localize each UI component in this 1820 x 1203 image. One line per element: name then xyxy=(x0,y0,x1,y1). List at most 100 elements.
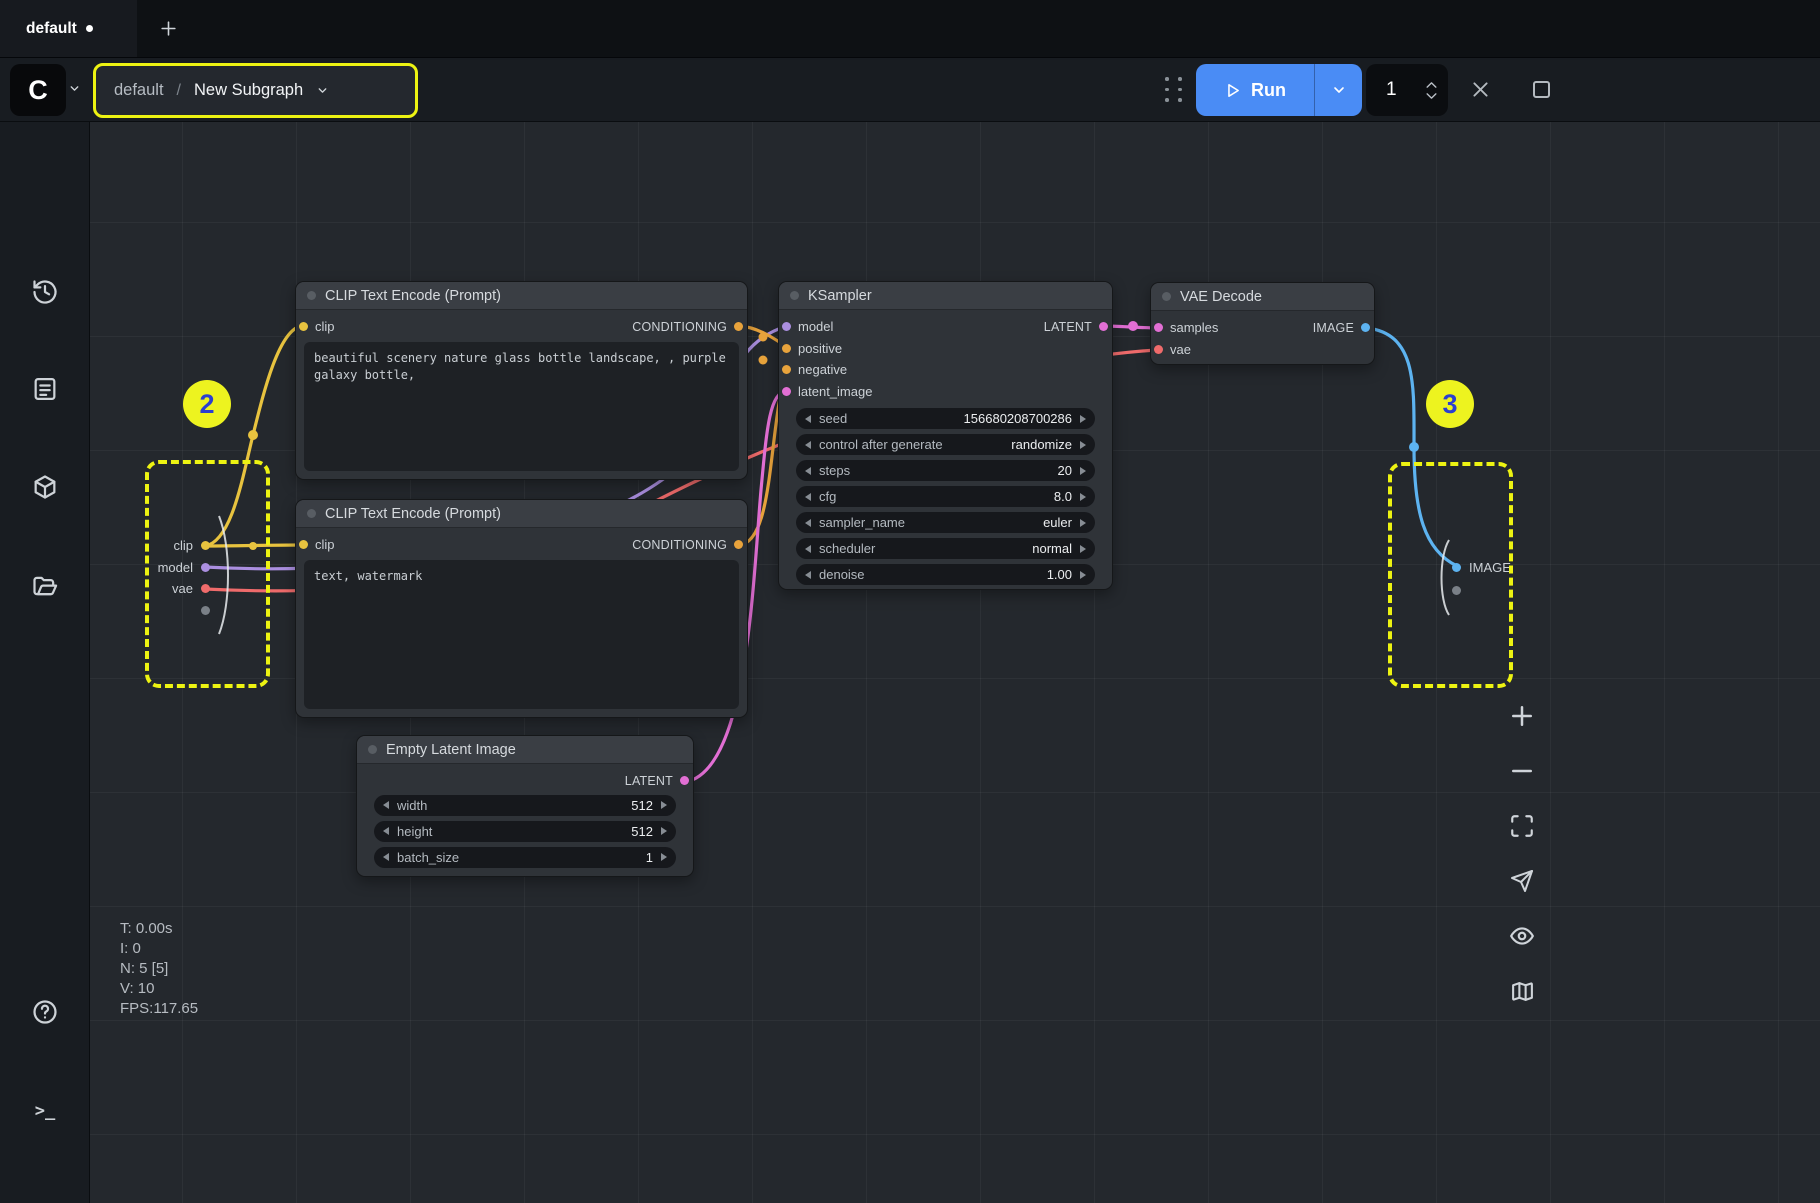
slot-dot-latent[interactable] xyxy=(782,386,791,396)
node-header[interactable]: VAE Decode xyxy=(1151,283,1374,311)
input-slot-model[interactable]: model xyxy=(782,316,872,338)
sidebar-item-history[interactable] xyxy=(23,270,67,314)
panel-toggle-icon[interactable] xyxy=(1533,81,1550,98)
input-slot-vae[interactable]: vae xyxy=(1154,339,1218,361)
breadcrumb-current-subgraph[interactable]: New Subgraph xyxy=(194,81,303,100)
increment-icon[interactable] xyxy=(1080,570,1086,579)
sidebar-item-terminal[interactable]: >_ xyxy=(23,1089,67,1133)
zoom-in-button[interactable] xyxy=(1500,694,1544,738)
widget-steps[interactable]: steps 20 xyxy=(796,460,1095,481)
slot-dot-image[interactable] xyxy=(1361,323,1370,333)
decrement-icon[interactable] xyxy=(805,492,811,501)
toolbar-drag-handle[interactable] xyxy=(1163,76,1184,103)
decrement-icon[interactable] xyxy=(383,827,389,835)
widget-height[interactable]: height 512 xyxy=(374,820,676,842)
increment-icon[interactable] xyxy=(1080,440,1086,449)
new-workflow-button[interactable] xyxy=(145,0,191,57)
run-options-dropdown[interactable] xyxy=(1315,64,1362,116)
slot-dot-model[interactable] xyxy=(782,322,791,332)
toggle-visibility-button[interactable] xyxy=(1500,914,1544,958)
widget-denoise[interactable]: denoise 1.00 xyxy=(796,564,1095,585)
collapse-dot[interactable] xyxy=(307,291,316,300)
comfyui-logo-button[interactable]: C xyxy=(10,64,66,116)
logo-menu-chevron[interactable] xyxy=(68,82,81,95)
close-subgraph-button[interactable] xyxy=(1470,79,1491,100)
slot-dot-clip[interactable] xyxy=(299,322,308,332)
widget-batch-size[interactable]: batch_size 1 xyxy=(374,846,676,868)
input-slot-clip[interactable]: clip xyxy=(299,534,335,556)
collapse-dot[interactable] xyxy=(1162,292,1171,301)
collapse-dot[interactable] xyxy=(368,745,377,754)
output-slot-latent[interactable]: LATENT xyxy=(625,770,689,792)
minimap-button[interactable] xyxy=(1500,969,1544,1013)
slot-dot-latent[interactable] xyxy=(680,776,689,786)
increment-icon[interactable] xyxy=(661,827,667,835)
output-slot-conditioning[interactable]: CONDITIONING xyxy=(632,534,743,556)
run-button[interactable]: Run xyxy=(1196,64,1314,116)
batch-count-stepper[interactable]: 1 xyxy=(1366,64,1448,116)
decrement-icon[interactable] xyxy=(805,414,811,423)
output-slot-conditioning[interactable]: CONDITIONING xyxy=(632,316,743,338)
collapse-dot[interactable] xyxy=(790,291,799,300)
output-slot-latent[interactable]: LATENT xyxy=(1044,316,1108,338)
increment-icon[interactable] xyxy=(1080,414,1086,423)
input-slot-latent-image[interactable]: latent_image xyxy=(782,381,872,403)
node-ksampler[interactable]: KSampler model positive negative latent_… xyxy=(778,281,1113,590)
increment-icon[interactable] xyxy=(661,801,667,809)
decrement-icon[interactable] xyxy=(383,801,389,809)
node-clip-text-encode-negative[interactable]: CLIP Text Encode (Prompt) clip CONDITION… xyxy=(295,499,748,718)
node-header[interactable]: Empty Latent Image xyxy=(357,736,693,764)
input-slot-clip[interactable]: clip xyxy=(299,316,335,338)
input-slot-samples[interactable]: samples xyxy=(1154,317,1218,339)
node-clip-text-encode-positive[interactable]: CLIP Text Encode (Prompt) clip CONDITION… xyxy=(295,281,748,480)
increment-icon[interactable] xyxy=(1080,518,1086,527)
breadcrumb-root[interactable]: default xyxy=(114,81,164,100)
increment-icon[interactable] xyxy=(1080,492,1086,501)
node-vae-decode[interactable]: VAE Decode samples vae IMAGE xyxy=(1150,282,1375,365)
chevron-down-icon[interactable] xyxy=(316,84,329,97)
slot-dot-latent[interactable] xyxy=(1154,323,1163,333)
chevron-up-icon[interactable] xyxy=(1425,81,1438,89)
sidebar-item-workflows[interactable] xyxy=(23,367,67,411)
node-header[interactable]: CLIP Text Encode (Prompt) xyxy=(296,282,747,310)
slot-dot-conditioning[interactable] xyxy=(782,365,791,375)
zoom-out-button[interactable] xyxy=(1500,749,1544,793)
widget-scheduler[interactable]: scheduler normal xyxy=(796,538,1095,559)
sidebar-item-models[interactable] xyxy=(23,465,67,509)
prompt-textarea[interactable]: beautiful scenery nature glass bottle la… xyxy=(304,342,739,471)
sidebar-item-help[interactable] xyxy=(23,990,67,1034)
slot-dot-conditioning[interactable] xyxy=(734,540,743,550)
fit-view-button[interactable] xyxy=(1500,804,1544,848)
widget-sampler-name[interactable]: sampler_name euler xyxy=(796,512,1095,533)
chevron-down-icon[interactable] xyxy=(1425,92,1438,100)
node-empty-latent-image[interactable]: Empty Latent Image LATENT width 512 heig… xyxy=(356,735,694,877)
decrement-icon[interactable] xyxy=(805,544,811,553)
node-header[interactable]: KSampler xyxy=(779,282,1112,310)
slot-dot-clip[interactable] xyxy=(299,540,308,550)
increment-icon[interactable] xyxy=(1080,466,1086,475)
widget-seed[interactable]: seed 156680208700286 xyxy=(796,408,1095,429)
workflow-tab-default[interactable]: default xyxy=(0,0,137,57)
input-slot-positive[interactable]: positive xyxy=(782,338,872,360)
slot-dot-latent[interactable] xyxy=(1099,322,1108,332)
slot-dot-conditioning[interactable] xyxy=(734,322,743,332)
widget-control-after-generate[interactable]: control after generate randomize xyxy=(796,434,1095,455)
increment-icon[interactable] xyxy=(661,853,667,861)
input-slot-negative[interactable]: negative xyxy=(782,359,872,381)
widget-cfg[interactable]: cfg 8.0 xyxy=(796,486,1095,507)
collapse-dot[interactable] xyxy=(307,509,316,518)
decrement-icon[interactable] xyxy=(805,570,811,579)
widget-width[interactable]: width 512 xyxy=(374,794,676,816)
decrement-icon[interactable] xyxy=(805,466,811,475)
output-slot-image[interactable]: IMAGE xyxy=(1313,317,1370,339)
slot-dot-vae[interactable] xyxy=(1154,344,1163,354)
decrement-icon[interactable] xyxy=(805,518,811,527)
node-header[interactable]: CLIP Text Encode (Prompt) xyxy=(296,500,747,528)
decrement-icon[interactable] xyxy=(805,440,811,449)
select-mode-button[interactable] xyxy=(1500,859,1544,903)
sidebar-item-open[interactable] xyxy=(23,564,67,608)
prompt-textarea[interactable]: text, watermark xyxy=(304,560,739,709)
slot-dot-conditioning[interactable] xyxy=(782,343,791,353)
decrement-icon[interactable] xyxy=(383,853,389,861)
increment-icon[interactable] xyxy=(1080,544,1086,553)
